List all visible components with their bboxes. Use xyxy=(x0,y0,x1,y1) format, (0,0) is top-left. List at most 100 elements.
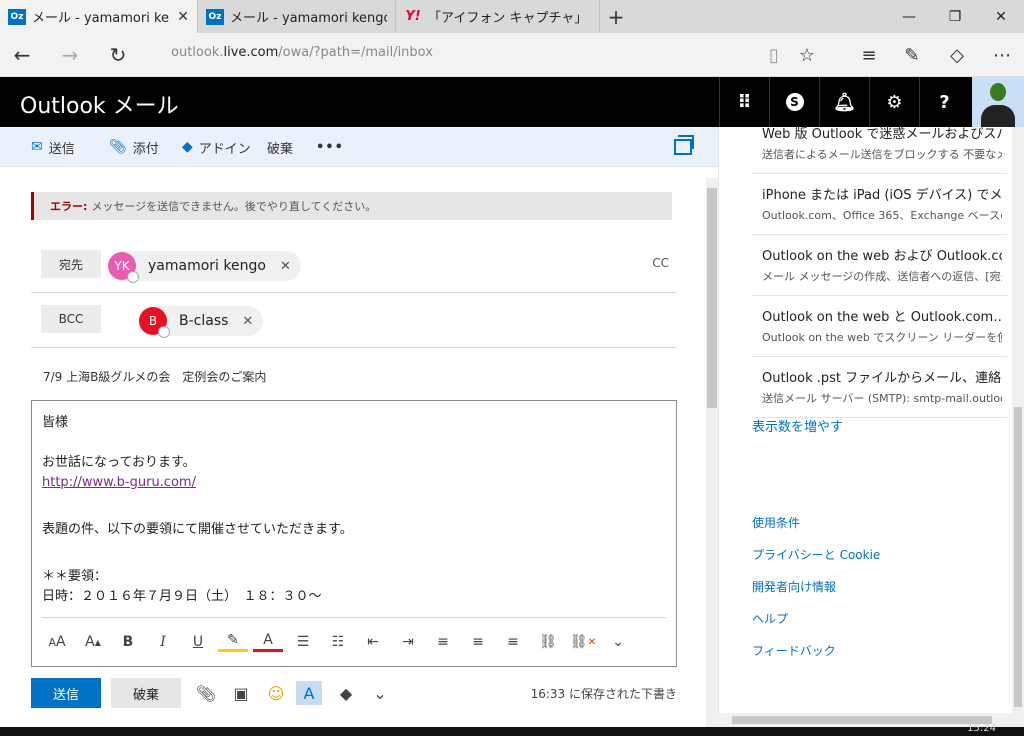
send-icon: ✉ xyxy=(31,139,43,155)
recipient-chip-yamamori[interactable]: YK yamamori kengo ✕ xyxy=(108,251,301,283)
toolbar-addin-button[interactable]: ◆ アドイン xyxy=(182,127,251,167)
align-center-icon[interactable]: ≡ xyxy=(463,628,493,656)
favorite-star-icon[interactable]: ☆ xyxy=(789,33,825,77)
scrollbar-thumb[interactable] xyxy=(707,188,717,408)
footer-link-developers[interactable]: 開発者向け情報 xyxy=(752,578,836,595)
more-icon[interactable]: ⋯ xyxy=(984,33,1020,77)
compose-scrollbar[interactable] xyxy=(706,178,718,728)
toolbar-send-button[interactable]: ✉ 送信 xyxy=(31,127,75,167)
footer-link-feedback[interactable]: フィードバック xyxy=(752,642,836,659)
footer-link-help[interactable]: ヘルプ xyxy=(752,610,788,627)
addin-icon: ◆ xyxy=(182,139,193,155)
reading-view-icon[interactable]: ▯ xyxy=(756,33,792,77)
bcc-row: BCC + B B-class ✕ xyxy=(31,293,677,348)
italic-icon[interactable]: I xyxy=(148,628,178,656)
help-item[interactable]: Outlook on the web と Outlook.com… Outloo… xyxy=(752,296,1007,357)
tab-title: メール - yamamori kengo - xyxy=(230,11,387,26)
remove-recipient-icon[interactable]: ✕ xyxy=(242,314,253,329)
insert-link-icon[interactable]: ⛓ xyxy=(533,628,563,656)
numbering-icon[interactable]: ☷ xyxy=(323,628,353,656)
popout-icon[interactable] xyxy=(674,135,694,155)
app-title[interactable]: Outlook メール xyxy=(20,88,179,120)
compose-toolbar: ✉ 送信 📎︎ 添付 ◆ アドイン 破棄 ••• xyxy=(0,127,718,167)
browser-tab-yahoo[interactable]: Y! 「アイフォン キャプチャ」 xyxy=(396,0,600,33)
to-label-button[interactable]: 宛先 xyxy=(41,250,101,278)
recipient-name: B-class xyxy=(179,313,229,329)
hub-icon[interactable]: ≡ xyxy=(851,33,887,77)
draft-saved-status: 16:33 に保存された下書き xyxy=(530,687,677,701)
bcc-label-button[interactable]: BCC xyxy=(41,305,101,333)
increase-indent-icon[interactable]: ⇥ xyxy=(393,628,423,656)
taskbar: 15:24 xyxy=(0,723,1024,736)
footer-link-privacy[interactable]: プライバシーと Cookie xyxy=(752,546,880,563)
remove-recipient-icon[interactable]: ✕ xyxy=(280,259,291,274)
remove-link-icon[interactable]: ⛓ ✕ xyxy=(568,628,598,656)
help-item-title: Outlook on the web および Outlook.co… xyxy=(762,249,1002,264)
url-domain: live.com xyxy=(223,45,279,60)
scrollbar-thumb[interactable] xyxy=(732,716,992,724)
recipient-chip-bclass[interactable]: B B-class ✕ xyxy=(139,306,264,338)
browser-tab-outlook-1[interactable]: Oz メール - yamamori kengo ✕ xyxy=(0,0,198,33)
avatar-head-shape xyxy=(990,83,1006,101)
bullets-icon[interactable]: ☰ xyxy=(288,628,318,656)
body-line: 日時：２０１６年７月９日（土） １８：３０～ xyxy=(42,589,322,604)
help-item[interactable]: Web 版 Outlook で迷惑メールおよびスパ… 送信者によるメール送信をブ… xyxy=(752,113,1007,174)
decrease-indent-icon[interactable]: ⇤ xyxy=(358,628,388,656)
toolbar-attach-button[interactable]: 📎︎ 添付 xyxy=(109,127,159,167)
insert-picture-icon[interactable]: ▣ xyxy=(228,681,254,705)
close-window-button[interactable]: ✕ xyxy=(978,0,1024,33)
web-note-icon[interactable]: ✎ xyxy=(894,33,930,77)
new-tab-button[interactable]: + xyxy=(600,0,632,33)
body-link[interactable]: http://www.b-guru.com/ xyxy=(42,475,196,490)
toolbar-more-button[interactable]: ••• xyxy=(316,127,344,167)
recipient-avatar: YK xyxy=(108,252,139,283)
discard-button[interactable]: 破棄 xyxy=(111,678,181,708)
formatting-options-icon[interactable]: A xyxy=(296,681,322,705)
cc-button[interactable]: CC xyxy=(652,256,669,270)
help-item[interactable]: Outlook on the web および Outlook.co… メール メ… xyxy=(752,235,1007,296)
chevron-down-icon[interactable]: ⌄ xyxy=(367,681,393,705)
addins-icon[interactable]: ◆ xyxy=(333,681,359,705)
show-more-link[interactable]: 表示数を増やす xyxy=(752,416,843,435)
attach-file-icon[interactable]: 📎︎ xyxy=(193,681,219,705)
forward-arrow-icon[interactable]: → xyxy=(48,33,92,77)
close-tab-icon[interactable]: ✕ xyxy=(177,9,189,25)
grow-font-icon[interactable]: A ▲ xyxy=(78,628,108,656)
emoji-icon[interactable]: ☺ xyxy=(263,681,289,705)
message-body-editor[interactable]: 皆様 お世話になっております。 http://www.b-guru.com/ 表… xyxy=(31,400,677,667)
help-pane: Web 版 Outlook で迷惑メールおよびスパ… 送信者によるメール送信をブ… xyxy=(718,127,1012,727)
back-arrow-icon[interactable]: ← xyxy=(0,33,44,77)
help-item-snippet: Outlook.com、Office 365、Exchange ベースの… xyxy=(762,209,1002,222)
align-left-icon[interactable]: ≡ xyxy=(428,628,458,656)
align-right-icon[interactable]: ≡ xyxy=(498,628,528,656)
to-row: 宛先 YK yamamori kengo ✕ CC xyxy=(31,238,677,293)
body-line: 皆様 xyxy=(42,415,69,430)
tab-title: 「アイフォン キャプチャ」 xyxy=(428,11,588,26)
message-body-text[interactable]: 皆様 お世話になっております。 http://www.b-guru.com/ 表… xyxy=(42,413,662,607)
minimize-button[interactable]: — xyxy=(886,0,932,33)
font-size-icon[interactable]: AA xyxy=(42,628,72,656)
help-item[interactable]: iPhone または iPad (iOS デバイス) でメ… Outlook.c… xyxy=(752,174,1007,235)
subject-field[interactable]: 7/9 上海B級グルメの会 定例会のご案内 xyxy=(43,368,266,385)
chevron-down-icon[interactable]: ⌄ xyxy=(603,628,633,656)
url-field[interactable]: outlook.live.com/owa/?path=/mail/inbox xyxy=(171,45,433,60)
help-item[interactable]: Outlook .pst ファイルからメール、連絡先… 送信メール サーバー (… xyxy=(752,357,1007,418)
font-color-icon[interactable]: A xyxy=(253,630,283,652)
scrollbar-thumb[interactable] xyxy=(1014,407,1022,707)
help-item-title: Outlook .pst ファイルからメール、連絡先… xyxy=(762,371,1002,386)
restore-button[interactable]: ❐ xyxy=(932,0,978,33)
browser-tab-outlook-2[interactable]: Oz メール - yamamori kengo - xyxy=(198,0,396,33)
share-icon[interactable]: ◇ xyxy=(939,33,975,77)
recipient-avatar: B xyxy=(139,307,170,338)
highlight-icon[interactable]: ✎ xyxy=(218,630,248,652)
refresh-icon[interactable]: ↻ xyxy=(96,33,140,77)
underline-icon[interactable]: U xyxy=(183,628,213,656)
footer-link-terms[interactable]: 使用条件 xyxy=(752,514,800,531)
page-scrollbar[interactable] xyxy=(1012,127,1024,727)
toolbar-addin-label: アドイン xyxy=(198,141,251,157)
yahoo-favicon-icon: Y! xyxy=(405,9,421,24)
help-item-title: Web 版 Outlook で迷惑メールおよびスパ… xyxy=(762,127,1002,142)
toolbar-discard-button[interactable]: 破棄 xyxy=(267,127,293,167)
bold-icon[interactable]: B xyxy=(113,628,143,656)
send-button[interactable]: 送信 xyxy=(31,678,101,708)
